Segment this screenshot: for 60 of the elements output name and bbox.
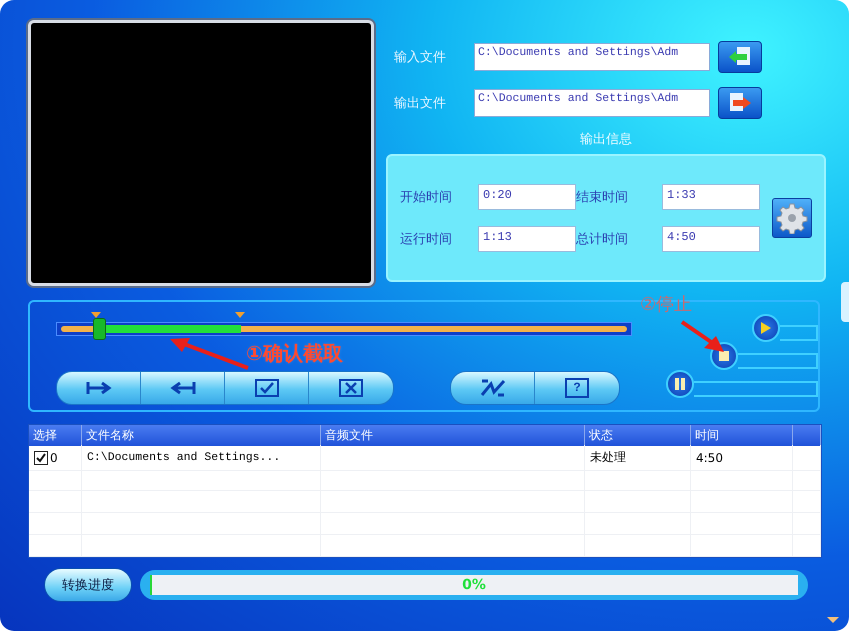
- progress-reading: 0%: [462, 577, 486, 593]
- table-cell: [793, 491, 821, 513]
- range-end-marker[interactable]: [235, 312, 246, 318]
- time-label: 开始时间: [400, 189, 453, 206]
- file-path-field[interactable]: C:\Documents and Settings\Adm: [474, 43, 710, 71]
- pause-icon: [674, 377, 686, 391]
- annotation-text: ②停止: [640, 293, 692, 316]
- table-cell: [793, 445, 821, 471]
- column-header[interactable]: 状态: [585, 425, 691, 446]
- file-label: 输出文件: [393, 95, 447, 112]
- table-cell: [793, 513, 821, 535]
- export-arrow-icon: [727, 92, 753, 114]
- time-label: 运行时间: [400, 231, 453, 248]
- mark-in-icon: [86, 381, 112, 395]
- play-icon: [760, 321, 772, 335]
- stop-icon: [718, 350, 730, 362]
- table-cell: 4:50: [691, 445, 793, 471]
- file-path-field[interactable]: C:\Documents and Settings\Adm: [474, 89, 710, 117]
- column-header: [793, 425, 821, 446]
- time-field[interactable]: 0:20: [478, 184, 576, 210]
- column-header[interactable]: 文件名称: [82, 425, 321, 446]
- pause-button[interactable]: [666, 370, 694, 398]
- help-label: ?: [565, 378, 589, 398]
- column-header[interactable]: 时间: [691, 425, 793, 446]
- checkbox-icon: [254, 379, 278, 397]
- table-cell: [29, 535, 82, 557]
- file-label: 输入文件: [393, 49, 447, 66]
- time-label: 总计时间: [576, 231, 629, 248]
- table-cell: [29, 491, 82, 513]
- table-cell: C:\Documents and Settings...: [82, 445, 321, 471]
- settings-button[interactable]: [772, 198, 812, 238]
- table-cell: 未处理: [585, 445, 691, 471]
- help-button[interactable]: ?: [535, 372, 619, 404]
- progress-button[interactable]: 转换进度: [44, 568, 132, 602]
- play-button[interactable]: [752, 314, 780, 342]
- import-arrow-icon: [727, 46, 753, 68]
- time-field[interactable]: 1:33: [662, 184, 760, 210]
- table-cell: [793, 469, 821, 491]
- table-cell: [793, 535, 821, 557]
- table-cell: [29, 513, 82, 535]
- checkbox[interactable]: [34, 450, 48, 464]
- playhead-thumb[interactable]: [93, 318, 106, 340]
- time-field[interactable]: 4:50: [662, 226, 760, 252]
- timeline-slider[interactable]: [56, 310, 632, 341]
- zigzag-arrows-icon: [478, 378, 506, 398]
- settings-icon: [776, 202, 808, 234]
- open-file-button[interactable]: [718, 41, 762, 73]
- time-field[interactable]: 1:13: [478, 226, 576, 252]
- delete-box-icon: [339, 379, 363, 397]
- annotation-arrow: [680, 320, 726, 354]
- mark-out-icon: [170, 381, 196, 395]
- dropdown-triangle-icon[interactable]: [827, 617, 839, 623]
- time-label: 结束时间: [576, 189, 629, 206]
- column-header[interactable]: 选择: [29, 425, 82, 446]
- annotation-text: ①确认截取: [246, 340, 343, 367]
- connector-line: [780, 325, 818, 341]
- output-info-title: 输出信息: [579, 131, 633, 148]
- column-header[interactable]: 音频文件: [321, 425, 585, 446]
- save-file-button[interactable]: [718, 87, 762, 119]
- row-number: 0: [50, 450, 58, 464]
